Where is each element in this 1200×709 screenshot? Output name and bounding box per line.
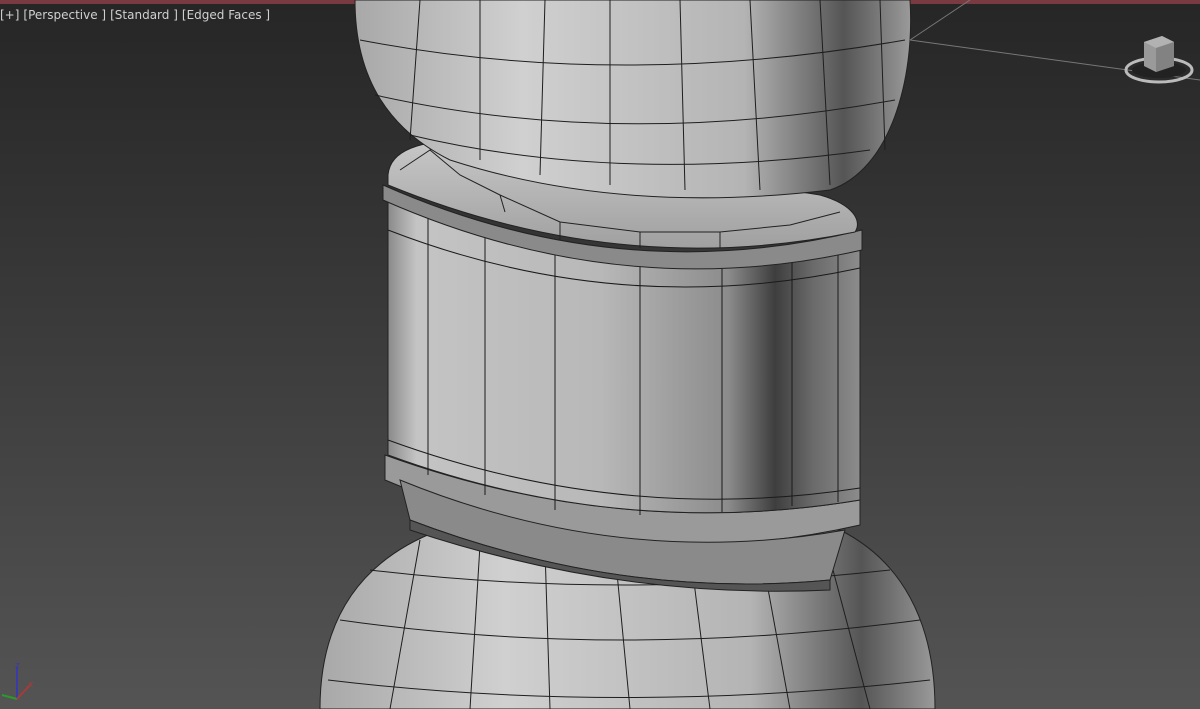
axis-tripod-icon: z x [1, 661, 34, 700]
svg-text:z: z [15, 661, 20, 671]
viewcube-icon[interactable] [1122, 30, 1196, 86]
perspective-viewport[interactable]: [+] [Perspective ] [Standard ] [Edged Faces… [0, 0, 1200, 709]
grid-line [909, 0, 971, 41]
3d-model-render[interactable] [0, 0, 1200, 709]
svg-text:x: x [28, 680, 34, 690]
viewport-general-menu[interactable]: [+] [0, 8, 19, 22]
viewport-display-menu[interactable]: [Edged Faces ] [182, 8, 270, 22]
viewport-point-of-view-menu[interactable]: [Perspective ] [23, 8, 106, 22]
viewport-shading-menu[interactable]: [Standard ] [110, 8, 178, 22]
viewport-label-menu: [+] [Perspective ] [Standard ] [Edged Faces… [0, 8, 274, 22]
